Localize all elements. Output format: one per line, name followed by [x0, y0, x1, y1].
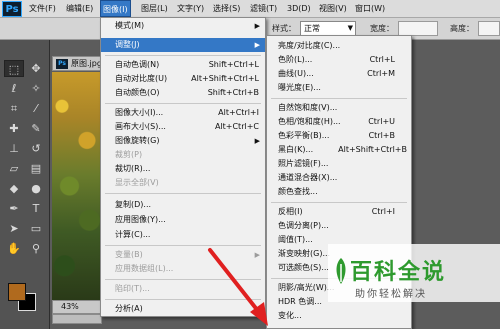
magic-wand-tool-icon[interactable]: ✧ [26, 80, 46, 97]
menu-separator [105, 193, 261, 194]
toolbox: ⬚ ✥ ℓ ✧ ⌗ ⁄ ✚ ✎ ⊥ ↺ ▱ ▤ ◆ ● ✒ T ➤ ▭ ✋ ⚲ [0, 40, 50, 329]
menu-separator [105, 279, 261, 280]
menu-file[interactable]: 文件(F) [27, 0, 58, 17]
menu-item-brightness-contrast[interactable]: 亮度/对比度(C)... [267, 39, 411, 53]
width-input[interactable] [398, 21, 438, 36]
healing-brush-tool-icon[interactable]: ✚ [4, 120, 24, 137]
menu-item-channel-mixer[interactable]: 通道混合器(X)... [267, 171, 411, 185]
style-value: 正常 [304, 24, 320, 33]
shape-tool-icon[interactable]: ▭ [26, 220, 46, 237]
menu-item-curves[interactable]: 曲线(U)... Ctrl+M [267, 67, 411, 81]
type-tool-icon[interactable]: T [26, 200, 46, 217]
menu-separator [105, 55, 261, 56]
menu-item-levels[interactable]: 色阶(L)... Ctrl+L [267, 53, 411, 67]
photoshop-window: Ps 文件(F) 编辑(E) 图像(I) 图层(L) 文字(Y) 选择(S) 滤… [0, 0, 500, 329]
marquee-tool-icon[interactable]: ⬚ [4, 60, 24, 77]
watermark-subtitle: 助你轻松解决 [355, 289, 427, 300]
menu-item-mode[interactable]: 模式(M) ▶ [101, 19, 265, 33]
menu-item-adjustments[interactable]: 调整(J) ▶ [101, 38, 265, 52]
menu-item-trap: 陷印(T)... [115, 284, 150, 293]
menu-item-image-rotation[interactable]: 图像旋转(G) ▶ [101, 134, 265, 148]
lasso-tool-icon[interactable]: ℓ [4, 80, 24, 97]
dodge-tool-icon[interactable]: ● [26, 180, 46, 197]
height-label: 高度： [450, 24, 474, 33]
watermark-title: 百科全说 [350, 260, 447, 285]
menu-item-reveal-all: 显示全部(V) [115, 178, 159, 187]
menu-separator [271, 202, 407, 203]
menu-item-photo-filter[interactable]: 照片滤镜(F)... [267, 157, 411, 171]
menu-item-posterize[interactable]: 色调分离(P)... [267, 219, 411, 233]
image-menu: 模式(M) ▶ 调整(J) ▶ 自动色调(N) Shift+Ctrl+L 自动对比度(… [100, 17, 266, 317]
chevron-down-icon: ▼ [347, 24, 353, 32]
menu-item-invert[interactable]: 反相(I) Ctrl+I [267, 205, 411, 219]
zoom-tool-icon[interactable]: ⚲ [26, 240, 46, 257]
menu-3d[interactable]: 3D(D) [285, 0, 313, 17]
menu-type[interactable]: 文字(Y) [175, 0, 206, 17]
menu-item-black-white[interactable]: 黑白(K)... Alt+Shift+Ctrl+B [267, 143, 411, 157]
gradient-tool-icon[interactable]: ▤ [26, 160, 46, 177]
brush-tool-icon[interactable]: ✎ [26, 120, 46, 137]
menu-item-color-lookup[interactable]: 颜色查找... [267, 185, 411, 199]
menu-item-crop: 裁剪(P) [115, 150, 143, 159]
image-canvas[interactable] [52, 72, 102, 300]
menu-item-hue-saturation[interactable]: 色相/饱和度(H)... Ctrl+U [267, 115, 411, 129]
watermark: 百科全说 助你轻松解决 [328, 244, 500, 302]
menu-item-variables: 变量(B) ▶ [115, 250, 260, 259]
menu-item-auto-tone[interactable]: 自动色调(N) Shift+Ctrl+L [101, 58, 265, 72]
menu-item-apply-data-set: 应用数据组(L)... [115, 264, 174, 273]
menu-layer[interactable]: 图层(L) [139, 0, 170, 17]
menu-filter[interactable]: 滤镜(T) [248, 0, 279, 17]
width-label: 宽度： [370, 24, 394, 33]
hand-tool-icon[interactable]: ✋ [4, 240, 24, 257]
menu-item-auto-color[interactable]: 自动颜色(O) Shift+Ctrl+B [101, 86, 265, 100]
move-tool-icon[interactable]: ✥ [26, 60, 46, 77]
menu-item-analysis[interactable]: 分析(A) ▶ [101, 302, 265, 316]
crop-tool-icon[interactable]: ⌗ [4, 100, 24, 117]
document-title: 原图.jpg [71, 59, 102, 68]
clone-stamp-tool-icon[interactable]: ⊥ [4, 140, 24, 157]
menu-view[interactable]: 视图(V) [317, 0, 349, 17]
menu-separator [105, 299, 261, 300]
menu-item-apply-image[interactable]: 应用图像(Y)... [101, 213, 265, 227]
style-label: 样式： [272, 24, 296, 33]
menu-item-calculations[interactable]: 计算(C)... [101, 228, 265, 242]
path-selection-tool-icon[interactable]: ➤ [4, 220, 24, 237]
menu-item-trim[interactable]: 裁切(R)... [101, 162, 265, 176]
menu-item-variations[interactable]: 变化... [267, 309, 411, 323]
zoom-level[interactable]: 43% [61, 302, 79, 311]
menu-window[interactable]: 窗口(W) [353, 0, 387, 17]
document-icon: Ps [56, 59, 68, 69]
menu-bar: Ps 文件(F) 编辑(E) 图像(I) 图层(L) 文字(Y) 选择(S) 滤… [0, 0, 500, 18]
blur-tool-icon[interactable]: ◆ [4, 180, 24, 197]
menu-item-duplicate[interactable]: 复制(D)... [101, 198, 265, 212]
menu-edit[interactable]: 编辑(E) [64, 0, 95, 17]
height-input[interactable] [478, 21, 500, 36]
photoshop-logo: Ps [2, 1, 22, 17]
menu-select[interactable]: 选择(S) [211, 0, 242, 17]
menu-item-image-size[interactable]: 图像大小(I)... Alt+Ctrl+I [101, 106, 265, 120]
menu-item-color-balance[interactable]: 色彩平衡(B)... Ctrl+B [267, 129, 411, 143]
foreground-color-swatch[interactable] [8, 283, 26, 301]
menu-separator [105, 103, 261, 104]
eraser-tool-icon[interactable]: ▱ [4, 160, 24, 177]
status-bar: 43% [52, 300, 102, 314]
style-select[interactable]: 正常 ▼ [300, 21, 356, 36]
menu-item-vibrance[interactable]: 自然饱和度(V)... [267, 101, 411, 115]
horizontal-scrollbar[interactable] [52, 314, 102, 324]
menu-item-canvas-size[interactable]: 画布大小(S)... Alt+Ctrl+C [101, 120, 265, 134]
menu-image[interactable]: 图像(I) [100, 0, 131, 17]
menu-separator [105, 245, 261, 246]
menu-item-exposure[interactable]: 曝光度(E)... [267, 81, 411, 95]
menu-item-auto-contrast[interactable]: 自动对比度(U) Alt+Shift+Ctrl+L [101, 72, 265, 86]
pen-tool-icon[interactable]: ✒ [4, 200, 24, 217]
watermark-logo-icon [336, 258, 346, 284]
history-brush-tool-icon[interactable]: ↺ [26, 140, 46, 157]
menu-separator [271, 98, 407, 99]
eyedropper-tool-icon[interactable]: ⁄ [26, 100, 46, 117]
